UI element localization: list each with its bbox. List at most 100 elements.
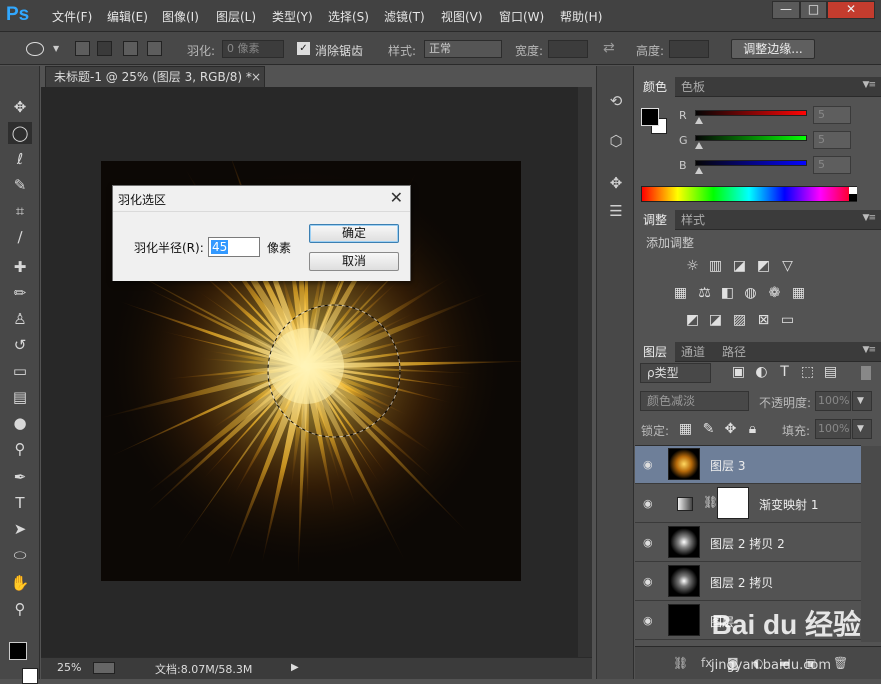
zoom-level[interactable]: 25%: [57, 661, 81, 674]
menu-help[interactable]: 帮助(H): [560, 8, 602, 25]
hand-tool-icon[interactable]: ✋: [8, 572, 32, 594]
opacity-input[interactable]: 100%: [815, 391, 851, 411]
gradient-tool-icon[interactable]: ▤: [8, 386, 32, 408]
properties-icon[interactable]: ☰: [605, 200, 627, 222]
layer-name[interactable]: 图层 2 拷贝 2: [710, 535, 785, 552]
lasso-tool-icon[interactable]: ℓ: [8, 148, 32, 170]
link-chain-icon[interactable]: ⛓: [703, 495, 718, 509]
vertical-scrollbar[interactable]: [578, 87, 592, 657]
ellipse-tool-icon[interactable]: ⬭: [8, 544, 32, 566]
layer-name[interactable]: 图层 3: [710, 457, 745, 474]
levels-icon[interactable]: ▥: [707, 258, 724, 275]
visibility-eye-icon[interactable]: ◉: [643, 497, 653, 510]
panel-menu-icon[interactable]: ▼≡: [863, 345, 877, 355]
tab-paths[interactable]: 路径: [714, 342, 754, 362]
feather-radius-input[interactable]: 45: [208, 237, 260, 257]
pen-tool-icon[interactable]: ✒: [8, 466, 32, 488]
tab-swatches[interactable]: 色板: [673, 77, 713, 97]
opacity-dropdown-icon[interactable]: ▼: [852, 391, 872, 411]
menu-view[interactable]: 视图(V): [441, 8, 483, 25]
type-tool-icon[interactable]: T: [8, 492, 32, 514]
minimize-button[interactable]: —: [772, 1, 800, 19]
marquee-tool-icon[interactable]: ◯: [8, 122, 32, 144]
color-foreground-swatch[interactable]: [641, 108, 659, 126]
menu-window[interactable]: 窗口(W): [499, 8, 544, 25]
refine-edge-button[interactable]: 调整边缘...: [731, 39, 815, 59]
layer-filter-kind-select[interactable]: ρ类型: [640, 363, 711, 383]
crop-tool-icon[interactable]: ⌗: [8, 200, 32, 222]
gradient-map-icon[interactable]: ▭: [779, 312, 796, 329]
history-brush-tool-icon[interactable]: ↺: [8, 334, 32, 356]
color-spectrum-ramp[interactable]: [641, 186, 857, 202]
close-button[interactable]: ✕: [827, 1, 875, 19]
ok-button[interactable]: 确定: [309, 224, 399, 243]
green-value[interactable]: 5: [813, 131, 851, 149]
color-balance-icon[interactable]: ⚖: [696, 285, 713, 302]
layer-row-gradient-map[interactable]: ◉ ⛓ 渐变映射 1: [635, 485, 861, 523]
layers-scrollbar[interactable]: [861, 446, 881, 642]
color-lookup-icon[interactable]: ▦: [790, 285, 807, 302]
close-icon[interactable]: ✕: [390, 188, 403, 207]
green-slider[interactable]: [695, 135, 807, 141]
visibility-eye-icon[interactable]: ◉: [643, 614, 653, 627]
layer-row-2-copy[interactable]: ◉ 图层 2 拷贝: [635, 563, 861, 601]
link-layers-icon[interactable]: ⛓: [673, 656, 689, 670]
filter-smart-object-icon[interactable]: ▤: [822, 364, 839, 381]
dodge-tool-icon[interactable]: ⚲: [8, 438, 32, 460]
height-input[interactable]: [669, 40, 709, 58]
layer-row-3[interactable]: ◉ 图层 3: [635, 446, 861, 484]
red-slider-thumb[interactable]: [695, 117, 703, 124]
restore-button[interactable]: □: [800, 1, 827, 19]
filter-shape-icon[interactable]: ⬚: [799, 364, 816, 381]
brush-tool-icon[interactable]: ✏: [8, 282, 32, 304]
add-selection-icon[interactable]: [97, 41, 112, 56]
menu-filter[interactable]: 滤镜(T): [384, 8, 425, 25]
lock-all-icon[interactable]: 🔒︎: [744, 421, 761, 438]
stamp-tool-icon[interactable]: ♙: [8, 308, 32, 330]
visibility-eye-icon[interactable]: ◉: [643, 575, 653, 588]
lock-position-icon[interactable]: ✥: [722, 421, 739, 438]
posterize-icon[interactable]: ◪: [707, 312, 724, 329]
filter-adjustment-icon[interactable]: ◐: [753, 364, 770, 381]
eraser-tool-icon[interactable]: ▭: [8, 360, 32, 382]
quick-select-tool-icon[interactable]: ✎: [8, 174, 32, 196]
filter-type-icon[interactable]: T: [776, 364, 793, 381]
curves-icon[interactable]: ◪: [731, 258, 748, 275]
elliptical-marquee-icon[interactable]: [26, 42, 44, 56]
visibility-eye-icon[interactable]: ◉: [643, 536, 653, 549]
intersect-selection-icon[interactable]: [147, 41, 162, 56]
tab-styles[interactable]: 样式: [673, 210, 713, 230]
blend-mode-select[interactable]: 颜色减淡: [640, 391, 749, 411]
layer-name[interactable]: 渐变映射 1: [759, 496, 818, 513]
layer-row-2-copy-2[interactable]: ◉ 图层 2 拷贝 2: [635, 524, 861, 562]
hue-saturation-icon[interactable]: ▦: [672, 285, 689, 302]
red-slider[interactable]: [695, 110, 807, 116]
zoom-tool-icon[interactable]: ⚲: [8, 598, 32, 620]
close-tab-icon[interactable]: ×: [251, 67, 261, 87]
3d-icon[interactable]: ⬡: [605, 130, 627, 152]
vibrance-icon[interactable]: ▽: [779, 258, 796, 275]
spectrum-black-swatch[interactable]: [849, 194, 857, 201]
photo-filter-icon[interactable]: ◍: [742, 285, 759, 302]
fill-dropdown-icon[interactable]: ▼: [852, 419, 872, 439]
filter-toggle[interactable]: [861, 366, 871, 380]
status-icon[interactable]: [93, 662, 115, 674]
background-color-swatch[interactable]: [22, 668, 38, 684]
black-white-icon[interactable]: ◧: [719, 285, 736, 302]
status-menu-arrow-icon[interactable]: ▶: [291, 662, 299, 673]
tab-color[interactable]: 颜色: [635, 77, 676, 97]
menu-edit[interactable]: 编辑(E): [107, 8, 148, 25]
document-tab[interactable]: 未标题-1 @ 25% (图层 3, RGB/8) * ×: [45, 66, 265, 87]
cancel-button[interactable]: 取消: [309, 252, 399, 271]
layer-mask-thumbnail[interactable]: [717, 487, 749, 519]
tab-adjustments[interactable]: 调整: [635, 210, 676, 230]
lock-transparency-icon[interactable]: ▦: [677, 421, 694, 438]
path-select-tool-icon[interactable]: ➤: [8, 518, 32, 540]
menu-select[interactable]: 选择(S): [328, 8, 369, 25]
filter-pixel-icon[interactable]: ▣: [730, 364, 747, 381]
move-tool-icon[interactable]: ✥: [8, 96, 32, 118]
blue-slider[interactable]: [695, 160, 807, 166]
fill-input[interactable]: 100%: [815, 419, 851, 439]
new-selection-icon[interactable]: [75, 41, 90, 56]
blur-tool-icon[interactable]: ●: [8, 412, 32, 434]
